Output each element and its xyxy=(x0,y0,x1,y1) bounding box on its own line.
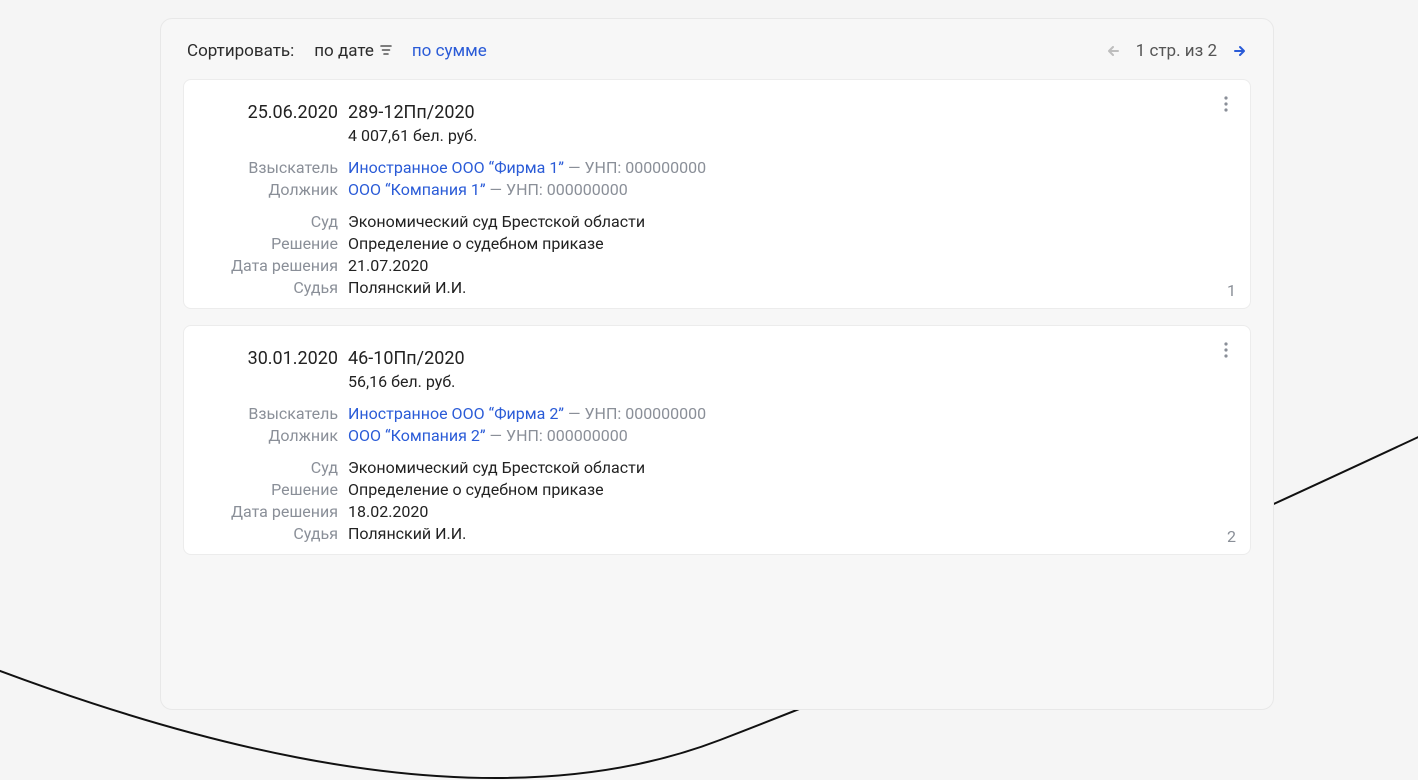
judge-label: Судья xyxy=(208,524,348,543)
judge-label: Судья xyxy=(208,278,348,297)
pager: 1 стр. из 2 xyxy=(1106,41,1247,61)
arrow-left-icon xyxy=(1106,44,1122,58)
debtor-label: Должник xyxy=(208,180,348,199)
court-value: Экономический суд Брестской области xyxy=(348,212,645,231)
pager-text: 1 стр. из 2 xyxy=(1136,41,1217,61)
case-amount: 4 007,61 бел. руб. xyxy=(348,126,477,145)
court-value: Экономический суд Брестской области xyxy=(348,458,645,477)
card-index: 2 xyxy=(1227,527,1236,546)
sort-desc-icon xyxy=(380,41,392,61)
creditor-label: Взыскатель xyxy=(208,404,348,423)
decision-label: Решение xyxy=(208,234,348,253)
court-label: Суд xyxy=(208,458,348,477)
card-index: 1 xyxy=(1227,281,1236,300)
sort-by-date-text: по дате xyxy=(314,41,374,61)
judge-value: Полянский И.И. xyxy=(348,278,466,297)
court-label: Суд xyxy=(208,212,348,231)
debtor-link[interactable]: ООО “Компания 1” xyxy=(348,180,486,199)
unp-prefix: — УНП: xyxy=(568,404,621,423)
arrow-right-icon xyxy=(1231,44,1247,58)
decision-date-label: Дата решения xyxy=(208,256,348,275)
creditor-unp: 000000000 xyxy=(625,404,706,423)
kebab-icon xyxy=(1216,340,1236,360)
creditor-link[interactable]: Иностранное ООО “Фирма 2” xyxy=(348,404,564,423)
debtor-value: ООО “Компания 1” — УНП: 000000000 xyxy=(348,180,628,199)
decision-value: Определение о судебном приказе xyxy=(348,480,604,499)
kebab-icon xyxy=(1216,94,1236,114)
decision-date-value: 21.07.2020 xyxy=(348,256,428,275)
toolbar: Сортировать: по дате по сумме 1 стр. из … xyxy=(183,41,1251,61)
decision-value: Определение о судебном приказе xyxy=(348,234,604,253)
creditor-value: Иностранное ООО “Фирма 1” — УНП: 0000000… xyxy=(348,158,706,177)
creditor-value: Иностранное ООО “Фирма 2” — УНП: 0000000… xyxy=(348,404,706,423)
case-date: 25.06.2020 xyxy=(208,102,348,123)
debtor-link[interactable]: ООО “Компания 2” xyxy=(348,426,486,445)
debtor-value: ООО “Компания 2” — УНП: 000000000 xyxy=(348,426,628,445)
pager-next[interactable] xyxy=(1231,44,1247,58)
decision-label: Решение xyxy=(208,480,348,499)
sort-by-date[interactable]: по дате xyxy=(314,41,392,61)
debtor-unp: 000000000 xyxy=(547,426,628,445)
debtor-unp: 000000000 xyxy=(547,180,628,199)
case-number: 46-10Пп/2020 xyxy=(348,348,465,369)
unp-prefix: — УНП: xyxy=(568,158,621,177)
case-card: 25.06.2020 289-12Пп/2020 4 007,61 бел. р… xyxy=(183,79,1251,309)
debtor-label: Должник xyxy=(208,426,348,445)
unp-prefix: — УНП: xyxy=(490,180,543,199)
judge-value: Полянский И.И. xyxy=(348,524,466,543)
unp-prefix: — УНП: xyxy=(490,426,543,445)
creditor-link[interactable]: Иностранное ООО “Фирма 1” xyxy=(348,158,564,177)
case-date: 30.01.2020 xyxy=(208,348,348,369)
decision-date-label: Дата решения xyxy=(208,502,348,521)
pager-prev[interactable] xyxy=(1106,44,1122,58)
card-menu-button[interactable] xyxy=(1216,340,1236,364)
sort-by-amount[interactable]: по сумме xyxy=(412,41,487,61)
creditor-label: Взыскатель xyxy=(208,158,348,177)
sort-group: Сортировать: по дате по сумме xyxy=(187,41,487,61)
case-number: 289-12Пп/2020 xyxy=(348,102,475,123)
case-card: 30.01.2020 46-10Пп/2020 56,16 бел. руб. … xyxy=(183,325,1251,555)
decision-date-value: 18.02.2020 xyxy=(348,502,428,521)
card-menu-button[interactable] xyxy=(1216,94,1236,118)
creditor-unp: 000000000 xyxy=(625,158,706,177)
results-panel: Сортировать: по дате по сумме 1 стр. из … xyxy=(160,18,1274,710)
case-amount: 56,16 бел. руб. xyxy=(348,372,455,391)
sort-label: Сортировать: xyxy=(187,41,294,61)
